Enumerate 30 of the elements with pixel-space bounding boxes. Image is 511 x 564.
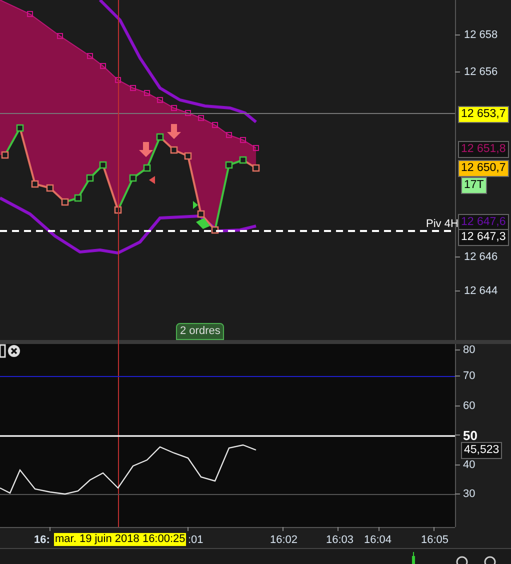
time-label: :01 bbox=[188, 534, 204, 547]
time-label: 16:05 bbox=[421, 534, 449, 547]
time-label: 16:02 bbox=[270, 534, 298, 547]
pivot-label: Piv 4H bbox=[426, 218, 458, 231]
axis-label: 12 646 bbox=[464, 251, 498, 264]
time-label: 16:03 bbox=[326, 534, 354, 547]
axis-label: 30 bbox=[463, 488, 476, 501]
axis-label: 70 bbox=[463, 370, 476, 383]
candle-icon[interactable] bbox=[412, 552, 415, 564]
close-icon[interactable] bbox=[8, 345, 20, 357]
axis-label: 80 bbox=[463, 344, 476, 357]
time-label: 16: bbox=[34, 534, 50, 547]
down-arrow-icon bbox=[167, 124, 181, 139]
axis-label: 12 644 bbox=[464, 285, 498, 298]
axis-label: 12 658 bbox=[464, 29, 498, 42]
price-label: 12 653,7 bbox=[458, 106, 509, 123]
axis-label: 12 656 bbox=[464, 66, 498, 79]
price-label: 12 650,7 bbox=[458, 160, 509, 177]
time-label: 16:04 bbox=[364, 534, 392, 547]
value-label: 45,523 bbox=[461, 442, 502, 459]
axis-label: 50 bbox=[463, 429, 478, 442]
down-arrow-icon bbox=[139, 142, 153, 157]
window-icon bbox=[0, 344, 6, 358]
price-label: 12 651,8 bbox=[458, 141, 509, 158]
price-label: 17T bbox=[461, 177, 487, 194]
price-label: 12 647,3 bbox=[458, 229, 509, 246]
axis-label: 60 bbox=[463, 400, 476, 413]
cursor-time-tooltip: mar. 19 juin 2018 16:00:25 bbox=[54, 533, 186, 546]
axis-label: 40 bbox=[463, 459, 476, 472]
orders-badge[interactable]: 2 ordres bbox=[176, 323, 224, 340]
